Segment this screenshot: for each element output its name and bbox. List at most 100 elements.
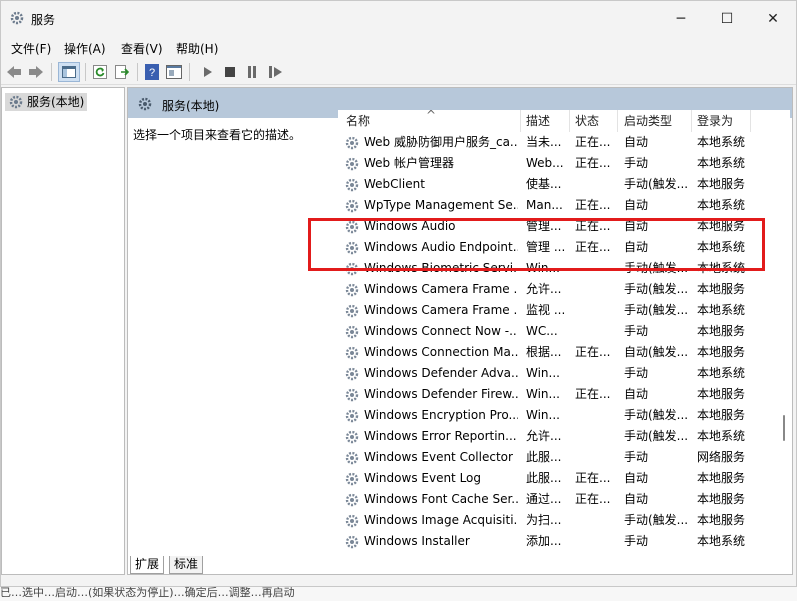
cell-name: Windows Event Collector [364, 450, 513, 464]
title-bar[interactable]: 服务 ─ ☐ ✕ [1, 1, 796, 37]
window-title: 服务 [31, 13, 56, 27]
service-row[interactable]: Windows Connection Ma... 根据... 正在... 自动(触发.… [338, 342, 778, 363]
cell-startup: 手动(触发... [624, 282, 689, 296]
export-list-icon[interactable] [113, 63, 131, 81]
menu-action[interactable]: 操作(A) [64, 40, 106, 57]
menu-file[interactable]: 文件(F) [11, 40, 51, 57]
tab-standard[interactable]: 标准 [169, 556, 204, 574]
cell-status [575, 510, 615, 531]
cell-startup: 手动 [624, 156, 649, 170]
cell-name: Windows Defender Adva... [364, 366, 518, 380]
service-gear-icon [344, 177, 360, 193]
highlight-box [308, 218, 765, 271]
service-row[interactable]: Windows Connect Now -... WC... 手动 本地服务 [338, 321, 778, 342]
cell-logon: 本地服务 [697, 387, 746, 401]
service-row[interactable]: Windows Defender Firew... Win... 正在... 自动 本地… [338, 384, 778, 405]
menu-view[interactable]: 查看(V) [121, 40, 163, 57]
toolbar-divider [189, 63, 190, 81]
toolbar-divider [51, 63, 52, 81]
cell-status: 正在... [575, 471, 611, 485]
cell-status: 正在... [575, 135, 611, 149]
menu-bar: 文件(F) 操作(A) 查看(V) 帮助(H) [1, 37, 796, 59]
cell-startup: 自动 [624, 135, 649, 149]
service-row[interactable]: Windows Camera Frame ... 允许... 手动(触发... 本地服… [338, 279, 778, 300]
column-divider [691, 110, 692, 132]
cell-startup: 手动(触发... [624, 513, 689, 527]
cell-startup: 手动 [624, 450, 649, 464]
service-row[interactable]: Windows Camera Frame ... 监视 ... 手动(触发... 本地… [338, 300, 778, 321]
service-gear-icon [344, 303, 360, 319]
service-row[interactable]: Windows Event Collector 此服... 手动 网络服务 [338, 447, 778, 468]
service-gear-icon [344, 450, 360, 466]
cell-desc: Man... [526, 198, 563, 212]
cell-status: 正在... [575, 492, 611, 506]
cell-logon: 本地系统 [697, 303, 746, 317]
refresh-icon[interactable] [91, 63, 109, 81]
show-console-tree-icon[interactable] [58, 62, 80, 82]
background-text-strip: 已…选中…启动…(如果状态为停止)…确定后…调整…再启动 [0, 587, 797, 601]
menu-help[interactable]: 帮助(H) [176, 40, 218, 57]
services-gear-icon [9, 10, 25, 26]
properties-icon[interactable] [165, 63, 183, 81]
services-list[interactable]: 名称 ^ 描述 状态 启动类型 登录为 Web 威胁防御用户服务_ca... 当未… [338, 110, 778, 552]
cell-logon: 本地系统 [697, 135, 746, 149]
service-row[interactable]: Web 威胁防御用户服务_ca... 当未... 正在... 自动 本地系统 [338, 132, 778, 153]
service-row[interactable]: Windows Installer 添加... 手动 本地系统 [338, 531, 778, 552]
service-row[interactable]: WebClient 使基... 手动(触发... 本地服务 [338, 174, 778, 195]
tab-extended[interactable]: 扩展 [130, 556, 165, 574]
services-gear-icon [8, 94, 24, 115]
pause-service-icon[interactable] [243, 63, 261, 81]
cell-status [575, 426, 615, 447]
tree-item-services-local[interactable]: 服务(本地) [5, 93, 88, 111]
minimize-button[interactable]: ─ [658, 1, 704, 37]
cell-status [575, 363, 615, 384]
toolbar-divider [137, 63, 138, 81]
cell-startup: 手动(触发... [624, 303, 689, 317]
cell-logon: 本地服务 [697, 408, 746, 422]
column-header-startup[interactable]: 启动类型 [624, 110, 672, 132]
scrollbar-thumb[interactable] [783, 415, 785, 441]
cell-desc: 允许... [526, 282, 562, 296]
cell-status: 正在... [575, 156, 611, 170]
maximize-button[interactable]: ☐ [704, 1, 750, 37]
toolbar: ? [1, 59, 796, 85]
cell-startup: 自动(触发... [624, 345, 689, 359]
service-row[interactable]: Windows Image Acquisiti... 为扫... 手动(触发... 本… [338, 510, 778, 531]
cell-name: Web 威胁防御用户服务_ca... [364, 135, 518, 149]
service-row[interactable]: Web 帐户管理器 Web... 正在... 手动 本地系统 [338, 153, 778, 174]
column-divider [569, 110, 570, 132]
back-arrow-icon[interactable] [5, 63, 23, 81]
service-row[interactable]: Windows Event Log 此服... 正在... 自动 本地服务 [338, 468, 778, 489]
column-header-status[interactable]: 状态 [575, 110, 599, 132]
vertical-scrollbar[interactable] [778, 110, 790, 552]
column-header-logon[interactable]: 登录为 [697, 110, 733, 132]
cell-logon: 本地服务 [697, 513, 746, 527]
service-row[interactable]: WpType Management Se... Man... 正在... 自动 本地系统 [338, 195, 778, 216]
help-icon[interactable]: ? [143, 63, 161, 81]
service-row[interactable]: Windows Font Cache Ser... 通过... 正在... 自动 本地服… [338, 489, 778, 510]
service-row[interactable]: Windows Encryption Pro... Win... 手动(触发... 本… [338, 405, 778, 426]
panel-title: 服务(本地) [162, 99, 220, 113]
cell-logon: 本地服务 [697, 492, 746, 506]
service-row[interactable]: Windows Defender Adva... Win... 手动 本地系统 [338, 363, 778, 384]
restart-service-icon[interactable] [267, 63, 285, 81]
forward-arrow-icon[interactable] [27, 63, 45, 81]
column-header-desc[interactable]: 描述 [526, 110, 550, 132]
column-divider [617, 110, 618, 132]
cell-logon: 本地系统 [697, 198, 746, 212]
cell-startup: 自动 [624, 471, 649, 485]
cell-status [575, 174, 615, 195]
service-gear-icon [344, 387, 360, 403]
service-gear-icon [344, 492, 360, 508]
service-row[interactable]: Windows Error Reportin... 允许... 手动(触发... 本地… [338, 426, 778, 447]
services-gear-icon [137, 96, 153, 115]
close-button[interactable]: ✕ [750, 1, 796, 37]
column-header-name[interactable]: 名称 [346, 110, 370, 132]
cell-desc: 添加... [526, 534, 562, 548]
cell-logon: 网络服务 [697, 450, 746, 464]
service-gear-icon [344, 534, 360, 550]
start-service-icon[interactable] [199, 63, 217, 81]
stop-service-icon[interactable] [221, 63, 239, 81]
service-gear-icon [344, 198, 360, 214]
cell-logon: 本地服务 [697, 324, 746, 338]
